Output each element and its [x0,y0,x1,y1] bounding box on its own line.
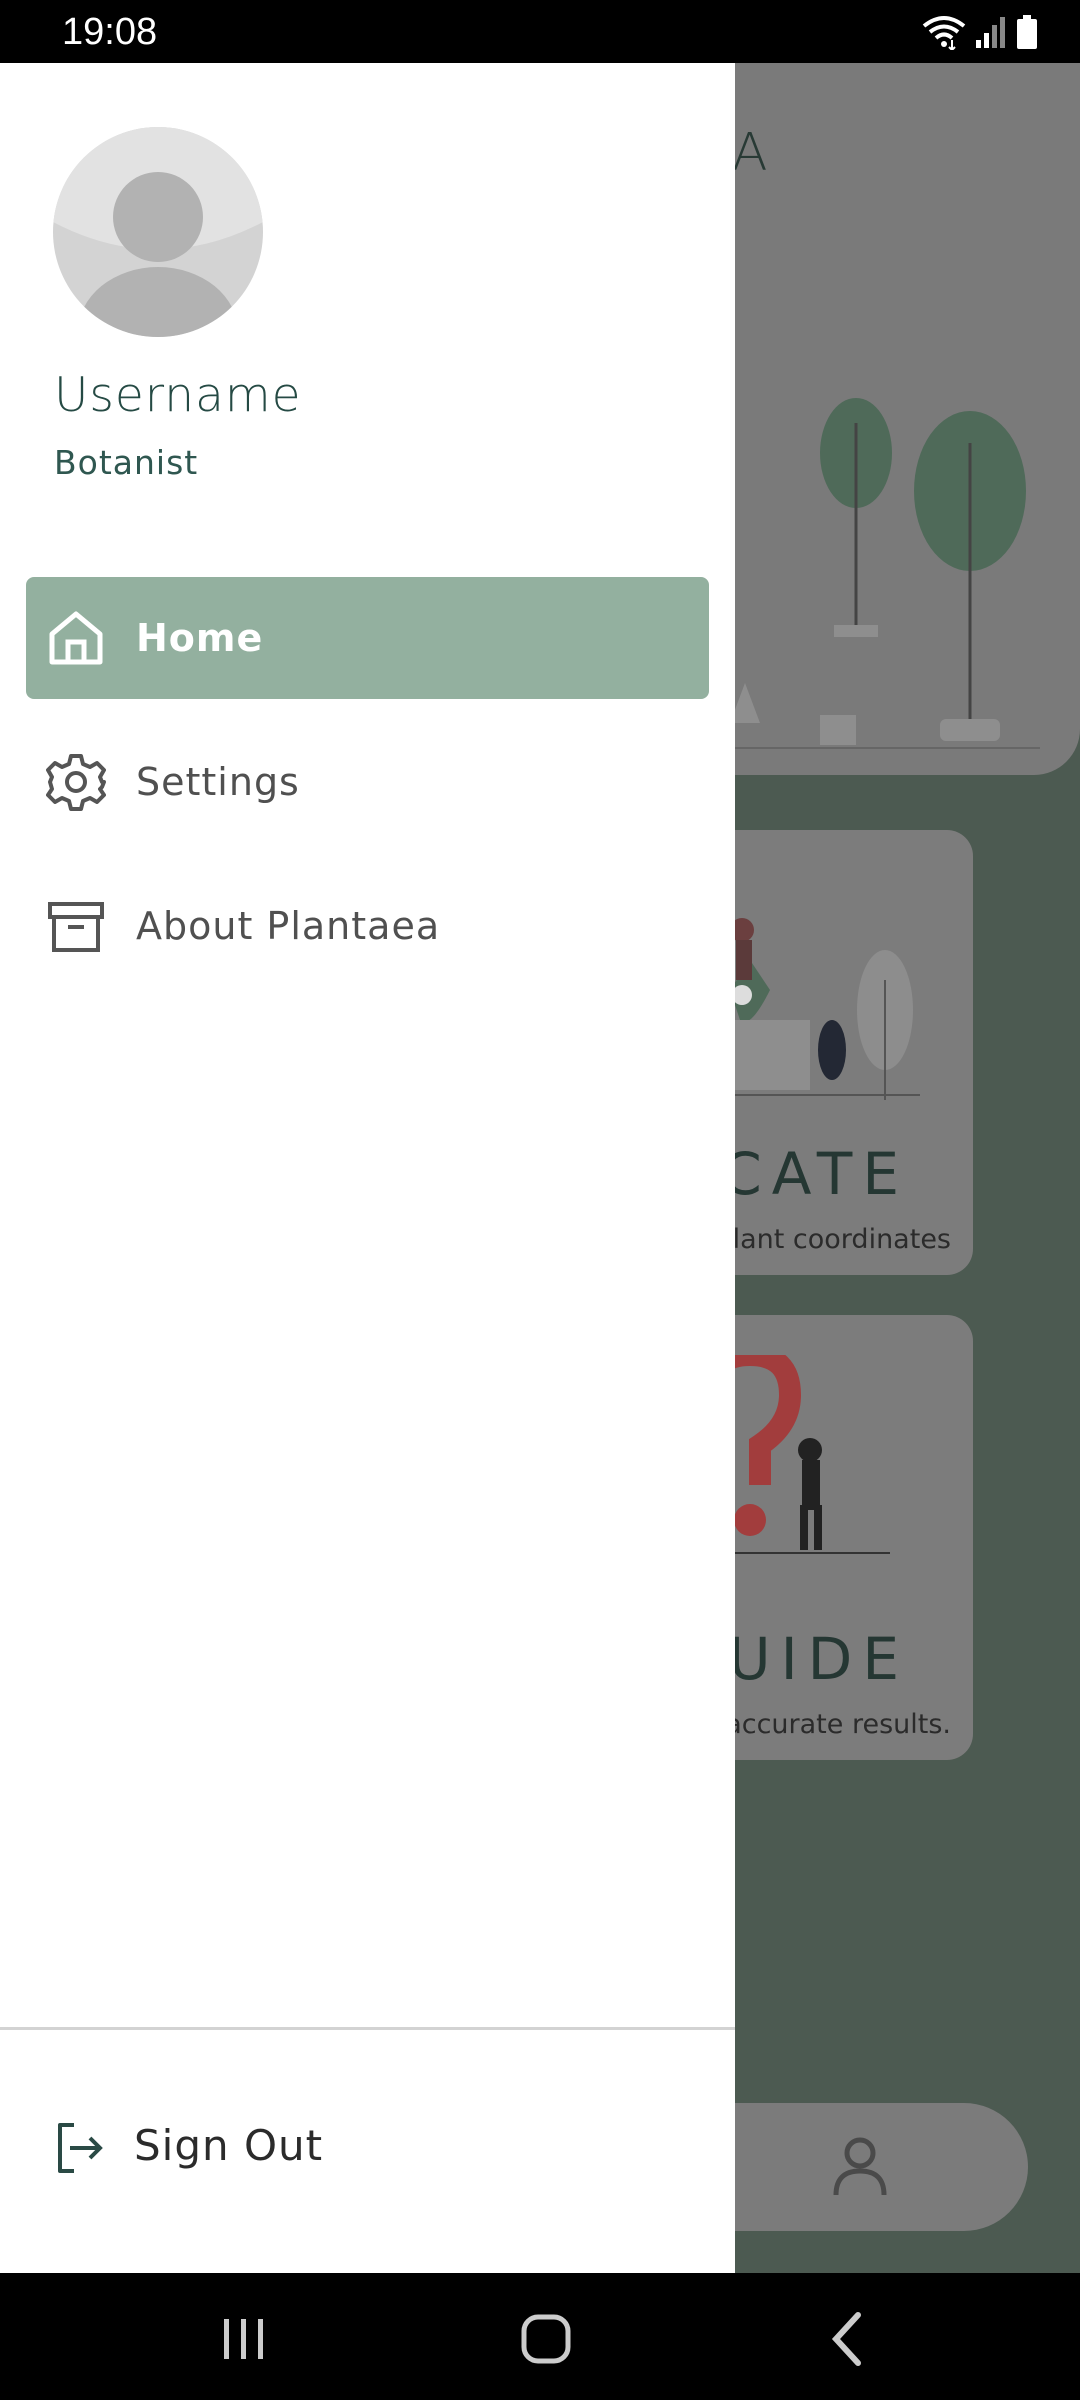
avatar-placeholder-icon [53,127,263,337]
user-role: Botanist [54,443,199,482]
recents-icon[interactable] [204,2303,284,2373]
navigation-drawer: Username Botanist Home Settings About Pl… [0,63,735,2273]
sign-out-icon [58,2123,103,2173]
username: Username [54,368,302,423]
menu-item-settings-label: Settings [136,760,300,804]
guide-card-title: UIDE [728,1625,909,1693]
wifi-icon [922,16,966,50]
archive-box-icon [48,902,104,952]
map-pin-illustration [720,918,920,1100]
battery-icon [1017,15,1037,49]
menu-item-home-label: Home [136,616,264,660]
guide-card-subtitle: accurate results. [725,1709,951,1740]
menu-item-about[interactable]: About Plantaea [26,865,709,987]
system-nav-bar [0,2273,1080,2400]
profile-icon[interactable] [830,2135,890,2197]
status-bar: 19:08 [0,0,1080,63]
gear-icon [46,754,106,811]
screen: 19:08 A CATE lant coordinates UIDE accur… [0,0,1080,2400]
hero-title-fragment: A [732,123,774,183]
status-icons [922,12,1038,52]
drawer-divider [0,2027,735,2030]
menu-item-about-label: About Plantaea [136,904,441,948]
back-icon[interactable] [808,2303,888,2373]
sign-out-label: Sign Out [134,2121,324,2170]
status-time: 19:08 [62,11,158,53]
home-circle-icon[interactable] [506,2303,586,2373]
sign-out-button[interactable]: Sign Out [54,2115,454,2185]
home-icon [49,611,103,665]
avatar[interactable] [53,127,263,337]
locate-card-title: CATE [721,1140,909,1208]
menu-item-home[interactable]: Home [26,577,709,699]
trees-illustration [700,398,1040,749]
locate-card-subtitle: lant coordinates [732,1224,951,1255]
signal-icon [976,17,1005,48]
menu-item-settings[interactable]: Settings [26,721,709,843]
